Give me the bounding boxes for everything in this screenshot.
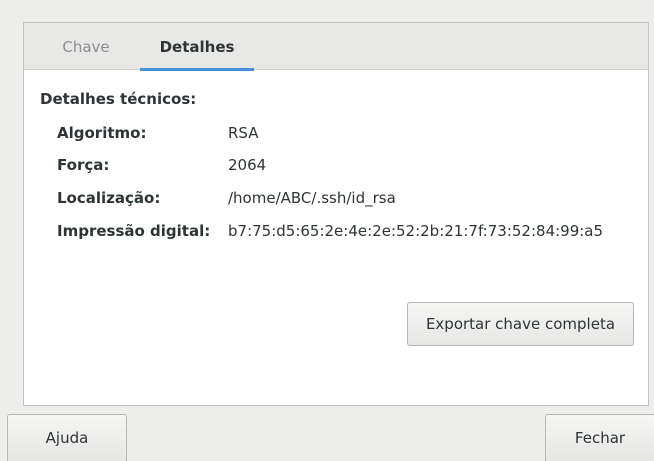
detail-value: /home/ABC/.ssh/id_rsa [228, 189, 396, 207]
details-panel: Detalhes técnicos: Algoritmo: RSA Força:… [24, 70, 648, 405]
export-key-button[interactable]: Exportar chave completa [407, 302, 634, 346]
tab-bar: Chave Detalhes [24, 23, 648, 71]
help-button[interactable]: Ajuda [7, 414, 127, 461]
detail-row-fingerprint: Impressão digital: b7:75:d5:65:2e:4e:2e:… [57, 221, 603, 241]
detail-row-location: Localização: /home/ABC/.ssh/id_rsa [57, 188, 396, 208]
tab-detalhes[interactable]: Detalhes [140, 23, 254, 71]
detail-label: Impressão digital: [57, 222, 211, 240]
tab-notebook: Chave Detalhes Detalhes técnicos: Algori… [23, 22, 649, 406]
tab-detalhes-label: Detalhes [159, 37, 235, 56]
key-properties-dialog: Chave Detalhes Detalhes técnicos: Algori… [0, 0, 654, 461]
detail-row-strength: Força: 2064 [57, 155, 266, 175]
detail-value: b7:75:d5:65:2e:4e:2e:52:2b:21:7f:73:52:8… [228, 222, 604, 240]
detail-value: RSA [228, 124, 259, 142]
tab-chave-label: Chave [62, 37, 110, 56]
detail-label: Força: [57, 156, 110, 174]
detail-row-algorithm: Algoritmo: RSA [57, 123, 258, 143]
close-button[interactable]: Fechar [545, 414, 654, 461]
detail-label: Localização: [57, 189, 161, 207]
detail-label: Algoritmo: [57, 124, 147, 142]
tab-chave[interactable]: Chave [38, 23, 134, 70]
section-title: Detalhes técnicos: [40, 90, 197, 108]
detail-value: 2064 [228, 156, 267, 174]
